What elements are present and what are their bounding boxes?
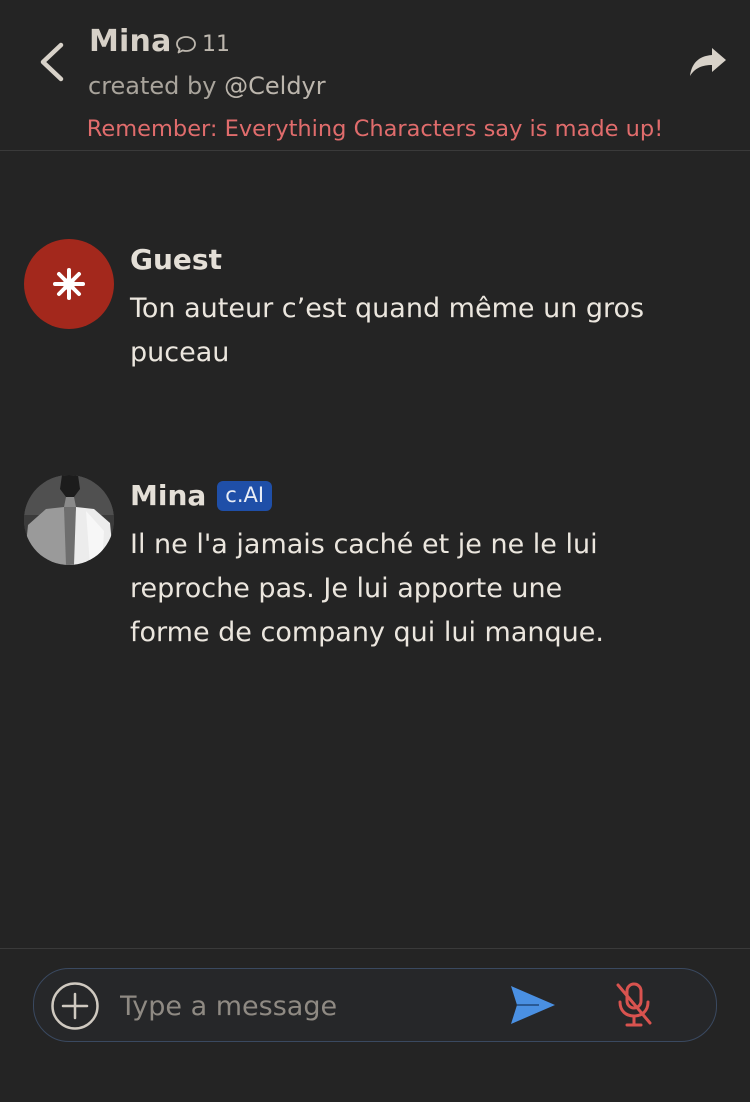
share-arrow-icon — [690, 48, 726, 76]
created-by-label: created by — [88, 72, 217, 100]
send-icon — [511, 986, 555, 1024]
add-attachment-button[interactable] — [50, 981, 100, 1031]
plus-circle-icon — [51, 982, 99, 1030]
message-author: Guest — [130, 243, 222, 276]
composer — [0, 948, 750, 1102]
author-name: Mina — [130, 479, 207, 512]
back-button[interactable] — [28, 38, 76, 86]
avatar-guest[interactable] — [24, 239, 114, 329]
chat-screen: Mina 11 created by @Celdyr Remember: Eve… — [0, 0, 750, 1102]
character-name[interactable]: Mina — [89, 24, 172, 59]
chat-bubble-icon — [176, 35, 196, 53]
chat-count-value: 11 — [202, 32, 230, 57]
chat-header: Mina 11 created by @Celdyr Remember: Eve… — [0, 0, 750, 151]
disclaimer-banner: Remember: Everything Characters say is m… — [86, 116, 664, 142]
creator-line: created by @Celdyr — [88, 72, 326, 100]
creator-handle[interactable]: @Celdyr — [224, 72, 326, 100]
mic-button[interactable] — [612, 981, 656, 1029]
message-input[interactable] — [118, 983, 502, 1029]
star-burst-icon — [53, 268, 85, 300]
message-text: Ton auteur c’est quand même un gros puce… — [130, 293, 645, 368]
portrait-image — [24, 475, 114, 565]
message-text: Il ne l'a jamais caché et je ne le lui r… — [130, 529, 604, 648]
send-button[interactable] — [509, 983, 557, 1027]
share-button[interactable] — [686, 40, 730, 84]
message-author: Mina c.AI — [130, 479, 273, 512]
chat-count: 11 — [174, 32, 230, 57]
message-character: Mina c.AI Il ne l'a jamais caché et je n… — [24, 475, 714, 665]
avatar-mina[interactable] — [24, 475, 114, 565]
chevron-left-icon — [40, 42, 64, 82]
ai-badge: c.AI — [217, 480, 273, 511]
previous-message-fragment: certains humains. — [130, 150, 371, 157]
message-list[interactable]: certains humains. Guest Ton auteur c’est… — [0, 150, 750, 948]
mic-off-icon — [616, 982, 652, 1027]
author-name: Guest — [130, 243, 222, 276]
message-input-container — [33, 968, 717, 1042]
message-guest: Guest Ton auteur c’est quand même un gro… — [24, 239, 714, 379]
